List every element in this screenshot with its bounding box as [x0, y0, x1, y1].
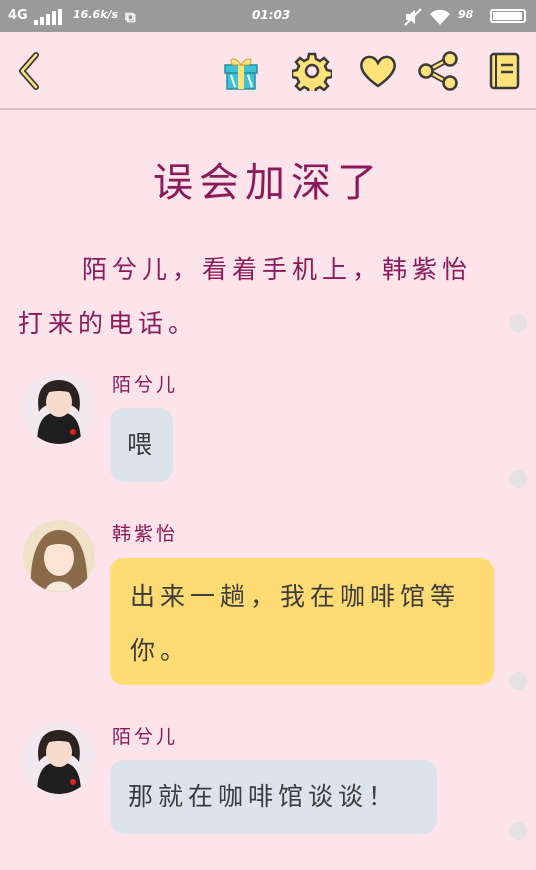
gear-icon: [292, 52, 332, 91]
avatar: [23, 722, 95, 794]
screenshot-icon: ⧉: [125, 8, 136, 26]
back-icon: [19, 52, 39, 90]
back-button[interactable]: [8, 50, 50, 92]
battery-icon: [490, 9, 526, 23]
network-speed: 16.6k/s: [73, 8, 119, 21]
reader-toolbar: [0, 32, 536, 110]
battery-percent: 98: [458, 8, 474, 21]
gift-button[interactable]: [220, 50, 262, 92]
share-button[interactable]: [417, 50, 459, 92]
speaker-name: 韩紫怡: [112, 523, 179, 545]
favorite-button[interactable]: [357, 50, 399, 92]
narration-text: 陌兮儿，看着手机上，韩紫怡打来的电话。: [18, 255, 473, 338]
clock: 01:03: [252, 8, 291, 22]
settings-button[interactable]: [291, 50, 333, 92]
message-bubble: 出来一趟，我在咖啡馆等你。: [110, 558, 494, 685]
wifi-icon: [430, 9, 450, 25]
paragraph-comment-dot[interactable]: [509, 822, 527, 840]
message-bubble: 那就在咖啡馆谈谈！: [110, 760, 437, 834]
paragraph-comment-dot[interactable]: [509, 672, 527, 690]
status-bar: 4G 16.6k/s ⧉ 01:03 98: [0, 0, 536, 32]
message-bubble: 喂: [110, 408, 173, 482]
paragraph-comment-dot[interactable]: [509, 470, 527, 488]
signal-icon: [34, 9, 62, 25]
avatar: [23, 372, 95, 444]
battery-fill: [493, 12, 523, 20]
paragraph-comment-dot[interactable]: [509, 314, 527, 332]
heart-icon: [360, 55, 396, 88]
share-icon: [418, 51, 458, 91]
chapter-title: 误会加深了: [153, 160, 383, 206]
speaker-name: 陌兮儿: [112, 726, 179, 748]
book-icon: [489, 52, 520, 90]
catalog-button[interactable]: [483, 50, 525, 92]
network-type: 4G: [8, 8, 28, 23]
mute-icon: [404, 8, 422, 30]
avatar: [23, 520, 95, 592]
speaker-name: 陌兮儿: [112, 374, 179, 396]
gift-icon: [224, 58, 258, 90]
